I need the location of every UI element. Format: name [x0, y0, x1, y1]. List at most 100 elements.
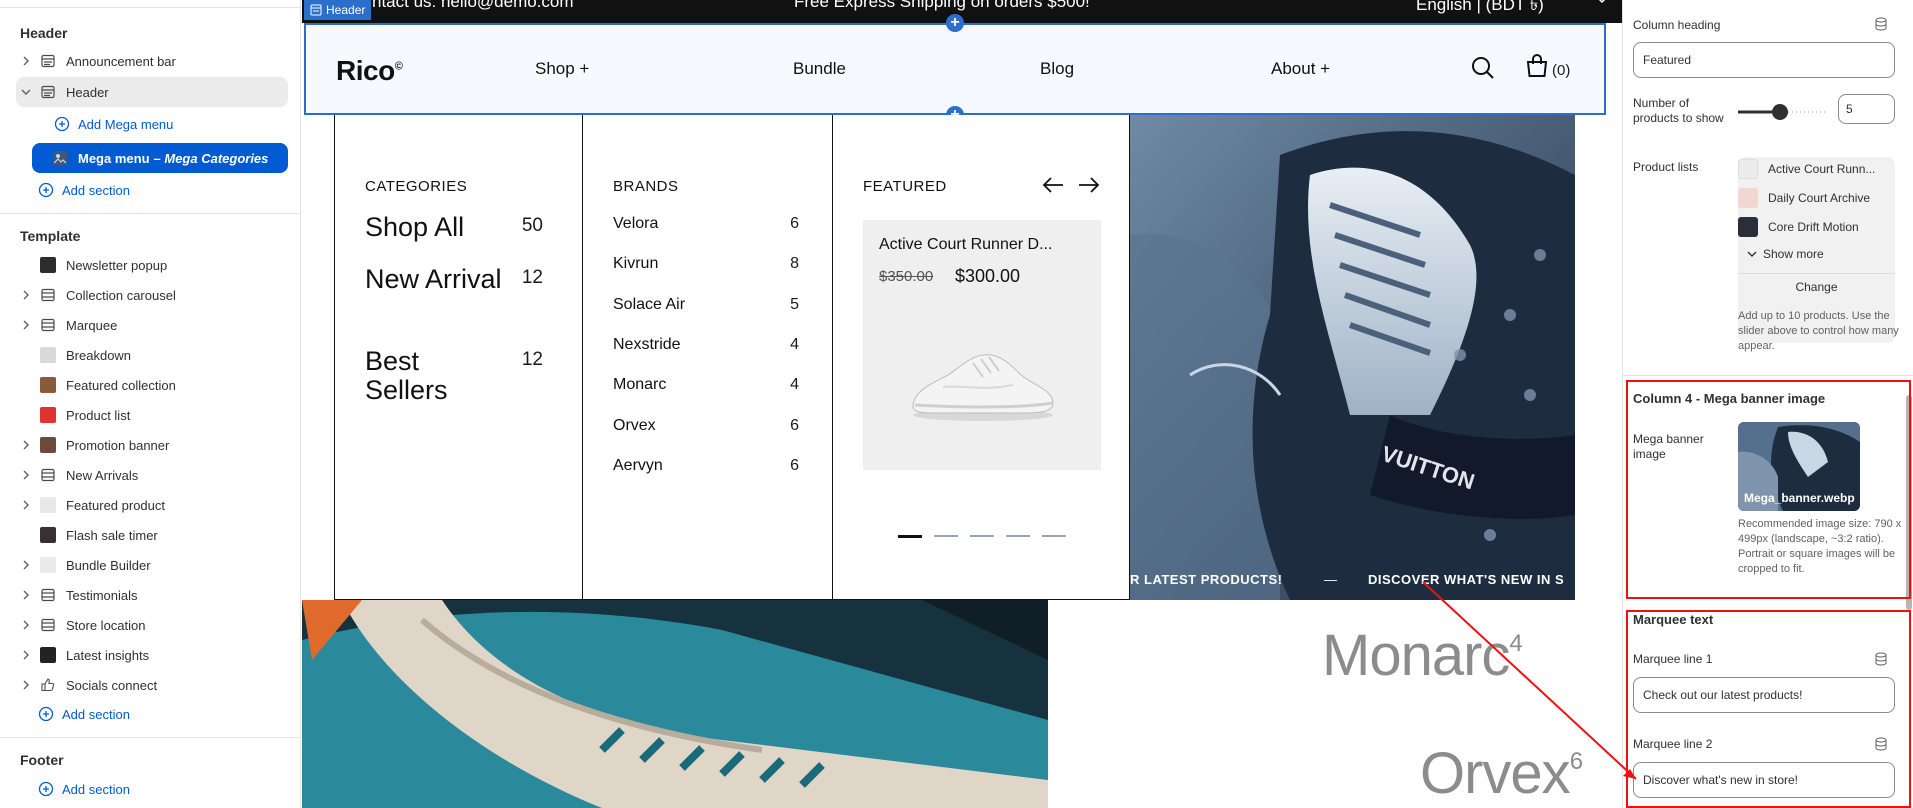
- dynamic-source-icon[interactable]: [1874, 652, 1888, 666]
- brand-showcase-orvex[interactable]: Orvex6: [1420, 740, 1583, 807]
- category-link[interactable]: Best Sellers: [365, 347, 505, 405]
- carousel-dot[interactable]: [934, 535, 958, 537]
- chevron-right-icon[interactable]: [18, 317, 34, 333]
- sidebar-item-product-list[interactable]: Product list: [4, 400, 288, 430]
- add-section-template-button[interactable]: Add section: [38, 706, 130, 722]
- brand-link[interactable]: Monarc: [613, 376, 666, 394]
- featured-product-card[interactable]: Active Court Runner D... $350.00 $300.00: [863, 220, 1101, 470]
- carousel-dot[interactable]: [898, 535, 922, 538]
- sidebar-item-label: Header: [66, 84, 109, 100]
- sidebar-item-new-arrivals[interactable]: New Arrivals: [4, 460, 288, 490]
- sidebar-item-flash-sale-timer[interactable]: Flash sale timer: [4, 520, 288, 550]
- carousel-dot[interactable]: [1042, 535, 1066, 537]
- carousel-dot[interactable]: [970, 535, 994, 537]
- chevron-right-icon[interactable]: [18, 617, 34, 633]
- brand-count: 4: [790, 335, 799, 353]
- brand-link[interactable]: Solace Air: [613, 296, 685, 314]
- brand-link[interactable]: Velora: [613, 215, 658, 233]
- sidebar-item-header[interactable]: Header: [16, 77, 288, 107]
- chevron-right-icon[interactable]: [18, 497, 34, 513]
- sidebar-item-label: Product list: [66, 407, 131, 423]
- product-list-item[interactable]: Daily Court Archive: [1738, 188, 1870, 208]
- mega-banner-thumbnail[interactable]: Mega_banner.webp: [1738, 422, 1860, 511]
- product-list-item[interactable]: Core Drift Motion: [1738, 217, 1859, 237]
- brand-link[interactable]: Orvex: [613, 417, 656, 435]
- column-heading-input[interactable]: Featured: [1633, 42, 1895, 78]
- marquee-text-2: DISCOVER WHAT'S NEW IN S: [1368, 572, 1565, 587]
- sidebar-item-latest-insights[interactable]: Latest insights: [4, 640, 288, 670]
- sidebar-item-testimonials[interactable]: Testimonials: [4, 580, 288, 610]
- nav-shop[interactable]: Shop +: [535, 59, 589, 79]
- sidebar-item-featured-collection[interactable]: Featured collection: [4, 370, 288, 400]
- carousel-dots[interactable]: [898, 535, 1066, 538]
- sidebar-item-store-location[interactable]: Store location: [4, 610, 288, 640]
- store-header[interactable]: Rico© Shop + Bundle Blog About + (0): [304, 23, 1606, 115]
- cart-icon[interactable]: [1524, 53, 1550, 79]
- promo-sneaker-image[interactable]: [302, 600, 1048, 808]
- storefront-preview: ntact us: hello@demo.com Free Express Sh…: [302, 0, 1622, 808]
- category-link[interactable]: Shop All: [365, 213, 505, 242]
- sidebar-item-bundle-builder[interactable]: Bundle Builder: [4, 550, 288, 580]
- add-mega-menu-button[interactable]: Add Mega menu: [54, 116, 173, 132]
- chevron-right-icon[interactable]: [18, 677, 34, 693]
- brand-showcase-monarc[interactable]: Monarc4: [1322, 622, 1523, 689]
- chevron-right-icon[interactable]: [18, 467, 34, 483]
- change-button[interactable]: Change: [1738, 280, 1895, 294]
- footer-group-title: Footer: [20, 752, 64, 768]
- show-more-button[interactable]: Show more: [1747, 247, 1824, 261]
- chevron-right-icon[interactable]: [18, 287, 34, 303]
- sidebar-item-marquee[interactable]: Marquee: [4, 310, 288, 340]
- chevron-down-icon[interactable]: [18, 84, 34, 100]
- carousel-dot[interactable]: [1006, 535, 1030, 537]
- thumbs-up-icon: [40, 677, 56, 693]
- chevron-right-icon[interactable]: [18, 557, 34, 573]
- marquee-line1-input[interactable]: Check out our latest products!: [1633, 677, 1895, 713]
- sneaker-image[interactable]: [903, 335, 1063, 425]
- sidebar-item-featured-product[interactable]: Featured product: [4, 490, 288, 520]
- category-link[interactable]: New Arrival: [365, 265, 505, 294]
- add-section-footer-button[interactable]: Add section: [38, 781, 130, 797]
- nav-blog[interactable]: Blog: [1040, 59, 1074, 79]
- arrow-left-icon[interactable]: [1041, 175, 1065, 195]
- product-name[interactable]: Active Court Runner D...: [879, 236, 1052, 254]
- sidebar-item-label: Marquee: [66, 317, 118, 333]
- add-section-header-button[interactable]: Add section: [38, 182, 130, 198]
- announcement-locale[interactable]: English | (BDT ৳): [1416, 0, 1544, 20]
- search-icon[interactable]: [1470, 55, 1496, 81]
- chevron-right-icon[interactable]: [18, 437, 34, 453]
- mega-banner-image[interactable]: VUITTON R LATEST PRODUCTS! — DISCOVER WH…: [1130, 115, 1575, 600]
- column-heading-label: Column heading: [1633, 18, 1721, 32]
- active-block-sublabel: Mega Categories: [164, 150, 269, 166]
- mega-column-categories: CATEGORIES Shop All 50 New Arrival 12 Best S…: [334, 115, 583, 600]
- chevron-right-icon[interactable]: [18, 53, 34, 69]
- dynamic-source-icon[interactable]: [1874, 737, 1888, 751]
- brand-link[interactable]: Aervyn: [613, 457, 663, 475]
- store-logo[interactable]: Rico©: [336, 55, 403, 87]
- dynamic-source-icon[interactable]: [1874, 17, 1888, 31]
- sidebar-item-label: Flash sale timer: [66, 527, 158, 543]
- sidebar-item-promotion-banner[interactable]: Promotion banner: [4, 430, 288, 460]
- sidebar-block-mega-menu-active[interactable]: Mega menu – Mega Categories: [32, 143, 288, 173]
- sidebar-item-collection-carousel[interactable]: Collection carousel: [4, 280, 288, 310]
- marquee-line2-input[interactable]: Discover what's new in store!: [1633, 762, 1895, 798]
- arrow-right-icon[interactable]: [1077, 175, 1101, 195]
- brand-link[interactable]: Nexstride: [613, 336, 681, 354]
- brand-name: Orvex: [1420, 741, 1571, 806]
- panel-scrollbar[interactable]: [1906, 395, 1912, 610]
- marquee-line1-label: Marquee line 1: [1633, 652, 1713, 666]
- sidebar-item-announcement-bar[interactable]: Announcement bar: [4, 46, 288, 76]
- num-products-label: Number of products to show: [1633, 96, 1724, 125]
- add-block-above-button[interactable]: +: [946, 14, 964, 32]
- section-icon: [40, 84, 56, 100]
- products-slider[interactable]: [1738, 104, 1828, 120]
- sidebar-item-newsletter-popup[interactable]: Newsletter popup: [4, 250, 288, 280]
- nav-bundle[interactable]: Bundle: [793, 59, 846, 79]
- product-list-item[interactable]: Active Court Runn...: [1738, 159, 1875, 179]
- num-products-input[interactable]: 5: [1838, 94, 1895, 124]
- sidebar-item-socials-connect[interactable]: Socials connect: [4, 670, 288, 700]
- chevron-right-icon[interactable]: [18, 647, 34, 663]
- sidebar-item-breakdown[interactable]: Breakdown: [4, 340, 288, 370]
- nav-about[interactable]: About +: [1271, 59, 1330, 79]
- brand-link[interactable]: Kivrun: [613, 255, 658, 273]
- chevron-right-icon[interactable]: [18, 587, 34, 603]
